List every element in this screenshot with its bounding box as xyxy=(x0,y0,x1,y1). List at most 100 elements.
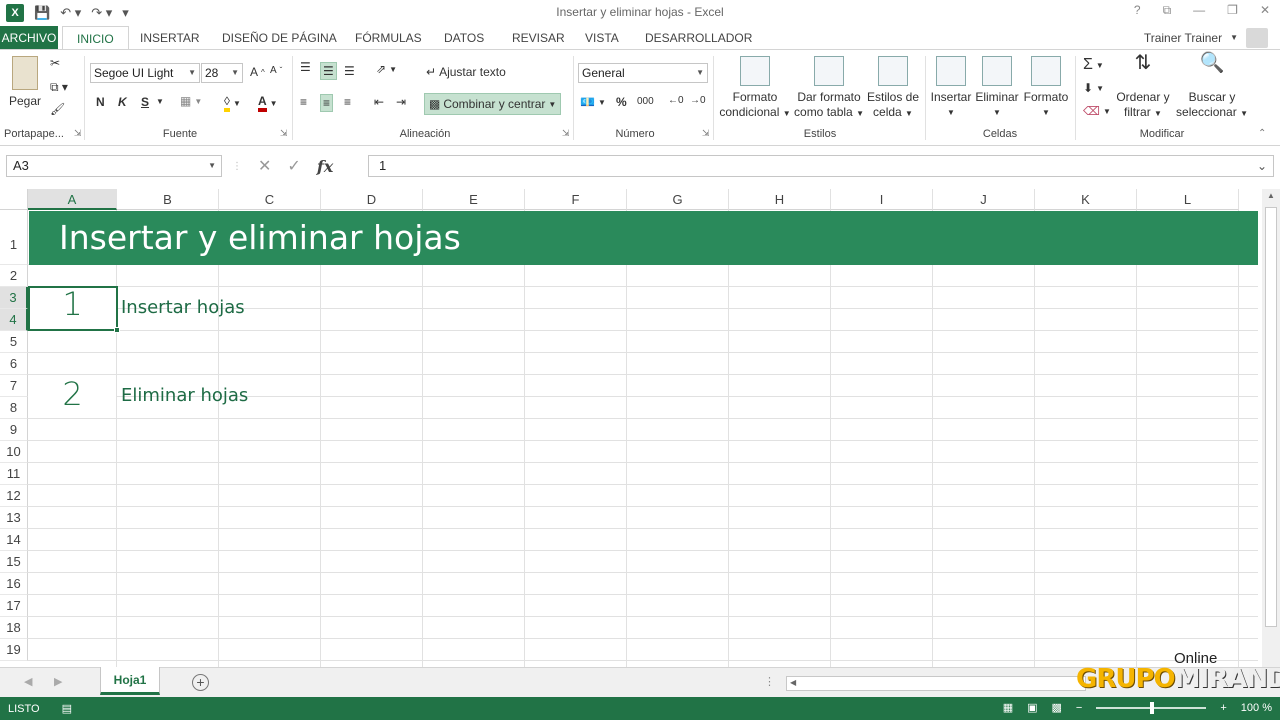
cut-icon[interactable]: ✂ xyxy=(50,56,60,70)
tab-review[interactable]: REVISAR xyxy=(512,26,565,50)
format-as-table-button[interactable]: Dar formato como tabla ▼ xyxy=(794,56,864,121)
page-break-view-icon[interactable]: ▩ xyxy=(1052,701,1062,714)
accounting-format-icon[interactable]: 💶 ▼ xyxy=(580,95,606,109)
zoom-knob[interactable] xyxy=(1150,701,1155,714)
collapse-ribbon-icon[interactable]: ⌃ xyxy=(1258,128,1266,139)
row-header-18[interactable]: 18 xyxy=(0,617,28,639)
row-header-8[interactable]: 8 xyxy=(0,397,28,419)
column-header-e[interactable]: E xyxy=(423,189,525,210)
fill-icon[interactable]: ⬇ ▼ xyxy=(1083,81,1104,95)
column-header-i[interactable]: I xyxy=(831,189,933,210)
tab-formulas[interactable]: FÓRMULAS xyxy=(355,26,422,50)
column-header-d[interactable]: D xyxy=(321,189,423,210)
row-header-2[interactable]: 2 xyxy=(0,265,28,287)
column-header-h[interactable]: H xyxy=(729,189,831,210)
format-painter-icon[interactable]: 🖌 xyxy=(50,102,65,116)
sheet-tab[interactable]: Hoja1 xyxy=(100,667,160,695)
decrease-decimal-icon[interactable]: →0 xyxy=(690,95,706,106)
cell-styles-button[interactable]: Estilos de celda ▼ xyxy=(864,56,922,121)
user-account[interactable]: Trainer Trainer ▼ xyxy=(1144,26,1268,50)
copy-icon[interactable]: ⧉ ▾ xyxy=(50,80,68,95)
conditional-format-button[interactable]: Formato condicional ▼ xyxy=(718,56,792,121)
macro-record-icon[interactable]: ▤ xyxy=(62,702,72,715)
close-icon[interactable]: ✕ xyxy=(1260,3,1270,18)
fill-handle[interactable] xyxy=(114,327,120,333)
italic-button[interactable]: K xyxy=(118,95,127,109)
select-all-corner[interactable] xyxy=(0,189,28,210)
expand-formula-icon[interactable]: ⌄ xyxy=(1257,156,1267,176)
underline-button[interactable]: S xyxy=(141,95,149,109)
row-header-10[interactable]: 10 xyxy=(0,441,28,463)
dialog-launcher-icon[interactable]: ⇲ xyxy=(562,128,570,139)
column-header-a[interactable]: A xyxy=(28,189,117,210)
dialog-launcher-icon[interactable]: ⇲ xyxy=(74,128,82,139)
tab-insert[interactable]: INSERTAR xyxy=(140,26,200,50)
insert-function-icon[interactable]: fx xyxy=(317,157,333,176)
enter-icon[interactable]: ✓ xyxy=(287,156,300,176)
zoom-out-icon[interactable]: − xyxy=(1076,702,1082,714)
row-header-3[interactable]: 3 xyxy=(0,287,28,309)
tab-data[interactable]: DATOS xyxy=(444,26,484,50)
align-middle-icon[interactable]: ☰ xyxy=(320,62,337,80)
formula-input[interactable]: 1 ⌄ xyxy=(368,155,1274,177)
row-header-17[interactable]: 17 xyxy=(0,595,28,617)
row-header-1[interactable]: 1 xyxy=(0,210,28,265)
decrease-font-icon[interactable]: Aˇ xyxy=(270,65,282,76)
row-header-14[interactable]: 14 xyxy=(0,529,28,551)
font-color-icon[interactable]: A ▼ xyxy=(258,94,278,112)
row-header-11[interactable]: 11 xyxy=(0,463,28,485)
row-header-9[interactable]: 9 xyxy=(0,419,28,441)
scroll-left-icon[interactable]: ◀ xyxy=(790,678,796,687)
column-header-k[interactable]: K xyxy=(1035,189,1137,210)
delete-cells-button[interactable]: Eliminar ▼ xyxy=(973,56,1021,120)
increase-font-icon[interactable]: A ^ xyxy=(250,65,265,79)
decrease-indent-icon[interactable]: ⇤ xyxy=(374,95,384,109)
merge-center-button[interactable]: ▩ Combinar y centrar ▼ xyxy=(424,93,562,115)
dialog-launcher-icon[interactable]: ⇲ xyxy=(280,128,288,139)
add-sheet-button[interactable]: + xyxy=(192,674,209,691)
paste-button[interactable]: Pegar xyxy=(6,56,44,109)
cancel-icon[interactable]: ✕ xyxy=(258,156,271,176)
align-left-icon[interactable]: ≡ xyxy=(300,95,307,109)
row-header-5[interactable]: 5 xyxy=(0,331,28,353)
zoom-slider[interactable] xyxy=(1096,701,1207,714)
ribbon-display-icon[interactable]: ⧉ xyxy=(1163,3,1172,18)
font-name-select[interactable]: Segoe UI Light ▼ xyxy=(90,63,200,83)
orientation-icon[interactable]: ⇗ ▼ xyxy=(376,62,397,76)
page-layout-view-icon[interactable]: ▣ xyxy=(1027,701,1037,714)
normal-view-icon[interactable]: ▦ xyxy=(1003,701,1013,714)
row-header-4[interactable]: 4 xyxy=(0,309,28,331)
fill-color-icon[interactable]: ◊ ▼ xyxy=(224,94,241,112)
clear-icon[interactable]: ⌫ ▼ xyxy=(1083,104,1111,118)
number-format-select[interactable]: General ▼ xyxy=(578,63,708,83)
minimize-icon[interactable]: — xyxy=(1193,3,1205,18)
tab-developer[interactable]: DESARROLLADOR xyxy=(645,26,752,50)
chevron-down-icon[interactable]: ▼ xyxy=(156,97,164,106)
name-box[interactable]: A3 ▼ xyxy=(6,155,222,177)
column-header-b[interactable]: B xyxy=(117,189,219,210)
restore-icon[interactable]: ❐ xyxy=(1227,3,1238,18)
row-header-6[interactable]: 6 xyxy=(0,353,28,375)
tab-home[interactable]: INICIO xyxy=(62,26,129,50)
find-select-button[interactable]: 🔍 Buscar y seleccionar ▼ xyxy=(1176,53,1248,121)
tab-page-layout[interactable]: DISEÑO DE PÁGINA xyxy=(222,26,337,50)
sort-filter-button[interactable]: ⇅ Ordenar y filtrar ▼ xyxy=(1112,53,1174,121)
zoom-in-icon[interactable]: + xyxy=(1220,702,1226,714)
row-header-15[interactable]: 15 xyxy=(0,551,28,573)
align-center-icon[interactable]: ≡ xyxy=(320,94,334,112)
zoom-level[interactable]: 100 % xyxy=(1241,702,1272,714)
align-top-icon[interactable]: ☰ xyxy=(300,60,311,74)
vertical-scrollbar[interactable]: ▲ xyxy=(1262,189,1280,667)
thousands-separator-button[interactable]: 000 xyxy=(637,96,654,107)
increase-decimal-icon[interactable]: ←0 xyxy=(668,95,684,106)
tab-view[interactable]: VISTA xyxy=(585,26,619,50)
row-header-19[interactable]: 19 xyxy=(0,639,28,661)
row-header-16[interactable]: 16 xyxy=(0,573,28,595)
wrap-text-button[interactable]: ↵ Ajustar texto xyxy=(426,65,506,79)
column-header-l[interactable]: L xyxy=(1137,189,1239,210)
insert-cells-button[interactable]: Insertar ▼ xyxy=(928,56,974,120)
row-header-12[interactable]: 12 xyxy=(0,485,28,507)
row-header-7[interactable]: 7 xyxy=(0,375,28,397)
prev-sheet-icon[interactable]: ◀ xyxy=(24,675,32,688)
column-header-f[interactable]: F xyxy=(525,189,627,210)
